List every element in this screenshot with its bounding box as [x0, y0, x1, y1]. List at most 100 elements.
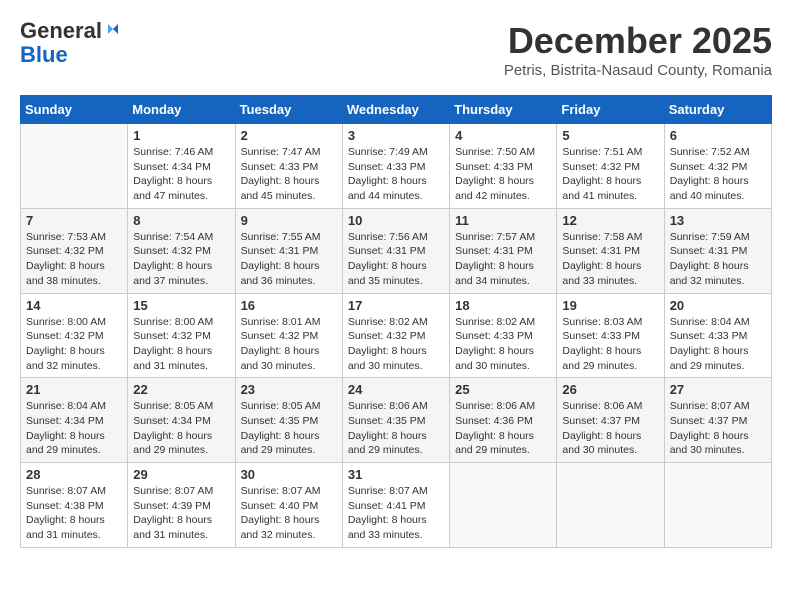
- day-info: Sunrise: 8:04 AMSunset: 4:33 PMDaylight:…: [670, 315, 766, 374]
- day-info: Sunrise: 7:57 AMSunset: 4:31 PMDaylight:…: [455, 230, 551, 289]
- day-number: 31: [348, 467, 444, 482]
- weekday-header-wednesday: Wednesday: [342, 96, 449, 124]
- calendar-cell: 24 Sunrise: 8:06 AMSunset: 4:35 PMDayligh…: [342, 378, 449, 463]
- calendar-cell: 14 Sunrise: 8:00 AMSunset: 4:32 PMDayligh…: [21, 293, 128, 378]
- calendar-cell: 26Sunrise: 8:06 AMSunset: 4:37 PMDayligh…: [557, 378, 664, 463]
- calendar-week-row: 1 Sunrise: 7:46 AMSunset: 4:34 PMDaylight…: [21, 124, 772, 209]
- day-number: 4: [455, 128, 551, 143]
- calendar-week-row: 28Sunrise: 8:07 AMSunset: 4:38 PMDayligh…: [21, 463, 772, 548]
- day-number: 2: [241, 128, 337, 143]
- calendar-cell: 17 Sunrise: 8:02 AMSunset: 4:32 PMDayligh…: [342, 293, 449, 378]
- weekday-header-tuesday: Tuesday: [235, 96, 342, 124]
- day-number: 18: [455, 298, 551, 313]
- day-info: Sunrise: 8:01 AMSunset: 4:32 PMDaylight:…: [241, 315, 337, 374]
- day-info: Sunrise: 8:07 AMSunset: 4:37 PMDaylight:…: [670, 399, 766, 458]
- calendar-cell: 30 Sunrise: 8:07 AMSunset: 4:40 PMDayligh…: [235, 463, 342, 548]
- logo-bird-icon: [104, 20, 122, 38]
- day-info: Sunrise: 7:53 AMSunset: 4:32 PMDaylight:…: [26, 230, 122, 289]
- day-number: 17: [348, 298, 444, 313]
- day-number: 27: [670, 382, 766, 397]
- day-number: 30: [241, 467, 337, 482]
- title-block: December 2025 Petris, Bistrita-Nasaud Co…: [504, 20, 772, 79]
- day-number: 7: [26, 213, 122, 228]
- calendar-cell: 28Sunrise: 8:07 AMSunset: 4:38 PMDayligh…: [21, 463, 128, 548]
- day-info: Sunrise: 8:03 AMSunset: 4:33 PMDaylight:…: [562, 315, 658, 374]
- day-info: Sunrise: 7:51 AMSunset: 4:32 PMDaylight:…: [562, 145, 658, 204]
- day-info: Sunrise: 7:47 AMSunset: 4:33 PMDaylight:…: [241, 145, 337, 204]
- calendar-week-row: 21Sunrise: 8:04 AMSunset: 4:34 PMDayligh…: [21, 378, 772, 463]
- calendar-cell: 31 Sunrise: 8:07 AMSunset: 4:41 PMDayligh…: [342, 463, 449, 548]
- day-info: Sunrise: 8:05 AMSunset: 4:34 PMDaylight:…: [133, 399, 229, 458]
- calendar-cell: [664, 463, 771, 548]
- day-number: 14: [26, 298, 122, 313]
- weekday-header-row: SundayMondayTuesdayWednesdayThursdayFrid…: [21, 96, 772, 124]
- calendar-cell: 25Sunrise: 8:06 AMSunset: 4:36 PMDayligh…: [450, 378, 557, 463]
- day-number: 10: [348, 213, 444, 228]
- calendar-cell: 29 Sunrise: 8:07 AMSunset: 4:39 PMDayligh…: [128, 463, 235, 548]
- day-number: 20: [670, 298, 766, 313]
- day-number: 26: [562, 382, 658, 397]
- location-subtitle: Petris, Bistrita-Nasaud County, Romania: [504, 62, 772, 79]
- calendar-cell: 6 Sunrise: 7:52 AMSunset: 4:32 PMDaylight…: [664, 124, 771, 209]
- day-info: Sunrise: 8:05 AMSunset: 4:35 PMDaylight:…: [241, 399, 337, 458]
- weekday-header-saturday: Saturday: [664, 96, 771, 124]
- day-number: 23: [241, 382, 337, 397]
- day-info: Sunrise: 8:00 AMSunset: 4:32 PMDaylight:…: [133, 315, 229, 374]
- calendar-cell: 5 Sunrise: 7:51 AMSunset: 4:32 PMDaylight…: [557, 124, 664, 209]
- logo-general: General: [20, 18, 102, 43]
- day-number: 15: [133, 298, 229, 313]
- calendar-cell: 4 Sunrise: 7:50 AMSunset: 4:33 PMDaylight…: [450, 124, 557, 209]
- day-info: Sunrise: 8:02 AMSunset: 4:32 PMDaylight:…: [348, 315, 444, 374]
- day-info: Sunrise: 8:04 AMSunset: 4:34 PMDaylight:…: [26, 399, 122, 458]
- calendar-cell: 19 Sunrise: 8:03 AMSunset: 4:33 PMDayligh…: [557, 293, 664, 378]
- weekday-header-monday: Monday: [128, 96, 235, 124]
- day-number: 6: [670, 128, 766, 143]
- day-info: Sunrise: 8:06 AMSunset: 4:36 PMDaylight:…: [455, 399, 551, 458]
- day-info: Sunrise: 7:52 AMSunset: 4:32 PMDaylight:…: [670, 145, 766, 204]
- calendar-cell: [557, 463, 664, 548]
- day-number: 11: [455, 213, 551, 228]
- calendar-cell: [21, 124, 128, 209]
- day-info: Sunrise: 7:50 AMSunset: 4:33 PMDaylight:…: [455, 145, 551, 204]
- day-info: Sunrise: 7:46 AMSunset: 4:34 PMDaylight:…: [133, 145, 229, 204]
- calendar-cell: 8Sunrise: 7:54 AMSunset: 4:32 PMDaylight…: [128, 208, 235, 293]
- day-info: Sunrise: 7:55 AMSunset: 4:31 PMDaylight:…: [241, 230, 337, 289]
- calendar-cell: 1 Sunrise: 7:46 AMSunset: 4:34 PMDaylight…: [128, 124, 235, 209]
- weekday-header-thursday: Thursday: [450, 96, 557, 124]
- calendar-cell: 10 Sunrise: 7:56 AMSunset: 4:31 PMDayligh…: [342, 208, 449, 293]
- calendar-cell: 27 Sunrise: 8:07 AMSunset: 4:37 PMDayligh…: [664, 378, 771, 463]
- logo-blue: Blue: [20, 42, 68, 68]
- weekday-header-friday: Friday: [557, 96, 664, 124]
- day-info: Sunrise: 8:06 AMSunset: 4:35 PMDaylight:…: [348, 399, 444, 458]
- calendar-table: SundayMondayTuesdayWednesdayThursdayFrid…: [20, 95, 772, 548]
- day-info: Sunrise: 8:00 AMSunset: 4:32 PMDaylight:…: [26, 315, 122, 374]
- calendar-cell: 9 Sunrise: 7:55 AMSunset: 4:31 PMDaylight…: [235, 208, 342, 293]
- calendar-cell: 23 Sunrise: 8:05 AMSunset: 4:35 PMDayligh…: [235, 378, 342, 463]
- logo: General Blue: [20, 20, 122, 68]
- day-info: Sunrise: 8:02 AMSunset: 4:33 PMDaylight:…: [455, 315, 551, 374]
- day-info: Sunrise: 8:07 AMSunset: 4:40 PMDaylight:…: [241, 484, 337, 543]
- day-number: 22: [133, 382, 229, 397]
- day-number: 5: [562, 128, 658, 143]
- page-header: General Blue December 2025 Petris, Bistr…: [20, 20, 772, 79]
- calendar-cell: 15 Sunrise: 8:00 AMSunset: 4:32 PMDayligh…: [128, 293, 235, 378]
- day-info: Sunrise: 8:07 AMSunset: 4:41 PMDaylight:…: [348, 484, 444, 543]
- calendar-week-row: 14 Sunrise: 8:00 AMSunset: 4:32 PMDayligh…: [21, 293, 772, 378]
- calendar-cell: [450, 463, 557, 548]
- day-number: 12: [562, 213, 658, 228]
- calendar-cell: 13Sunrise: 7:59 AMSunset: 4:31 PMDayligh…: [664, 208, 771, 293]
- calendar-cell: 2 Sunrise: 7:47 AMSunset: 4:33 PMDaylight…: [235, 124, 342, 209]
- day-number: 19: [562, 298, 658, 313]
- day-number: 24: [348, 382, 444, 397]
- day-info: Sunrise: 7:58 AMSunset: 4:31 PMDaylight:…: [562, 230, 658, 289]
- day-number: 9: [241, 213, 337, 228]
- day-info: Sunrise: 7:56 AMSunset: 4:31 PMDaylight:…: [348, 230, 444, 289]
- day-info: Sunrise: 8:07 AMSunset: 4:38 PMDaylight:…: [26, 484, 122, 543]
- day-info: Sunrise: 8:07 AMSunset: 4:39 PMDaylight:…: [133, 484, 229, 543]
- day-number: 16: [241, 298, 337, 313]
- calendar-cell: 12 Sunrise: 7:58 AMSunset: 4:31 PMDayligh…: [557, 208, 664, 293]
- day-number: 1: [133, 128, 229, 143]
- day-number: 3: [348, 128, 444, 143]
- day-number: 29: [133, 467, 229, 482]
- day-info: Sunrise: 7:49 AMSunset: 4:33 PMDaylight:…: [348, 145, 444, 204]
